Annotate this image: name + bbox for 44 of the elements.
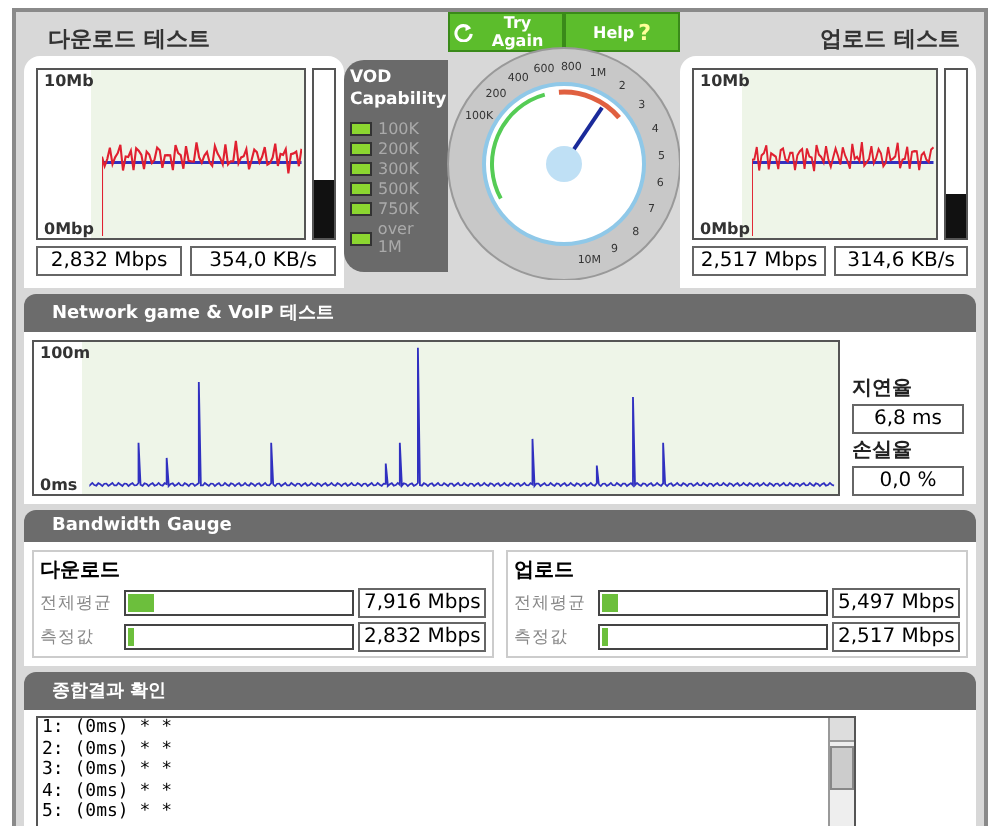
axis-label: 0Mbp [700, 220, 750, 238]
value-field: 2,832 Mbps [36, 246, 182, 276]
section-header: 종합결과 확인 [24, 672, 976, 710]
help-button[interactable]: Help ? [564, 12, 680, 52]
gauge-label: 전체평균 [40, 591, 114, 615]
vod-label: 750K [378, 200, 420, 218]
value-field: 354,0 KB/s [190, 246, 336, 276]
value-field: 2,517 Mbps [692, 246, 826, 276]
value-field: 7,916 Mbps [358, 588, 486, 618]
gauge-label: 측정값 [514, 625, 570, 649]
vod-label: 500K [378, 180, 420, 198]
group-title: 다운로드 [40, 558, 122, 584]
log-line: 2: (0ms) * * [42, 739, 175, 760]
log-line: 3: (0ms) * * [42, 760, 175, 781]
section-header: Bandwidth Gauge [24, 510, 976, 542]
log-line: 5: (0ms) * * [42, 802, 175, 823]
value-field: 5,497 Mbps [832, 588, 960, 618]
axis-label: 100m [40, 344, 91, 362]
value-field: 0,0 % [852, 466, 964, 496]
stat-label: 지연율 [852, 376, 914, 402]
stat-label: 손실율 [852, 438, 914, 464]
value-field: 314,6 KB/s [834, 246, 968, 276]
vod-label: 100K [378, 120, 420, 138]
vod-label: over 1M [377, 220, 416, 256]
section-header: Network game & VoIP 테스트 [24, 294, 976, 332]
help-icon: ? [638, 19, 651, 45]
log-line: 4: (0ms) * * [42, 781, 175, 802]
vod-title: VOD Capability [350, 68, 442, 112]
axis-label: 10Mb [700, 72, 750, 90]
log-line: 1: (0ms) * * [42, 718, 175, 739]
gauge-label: 측정값 [40, 625, 96, 649]
axis-label: 0ms [40, 476, 78, 494]
vod-label: 200K [378, 140, 420, 158]
value-field: 2,517 Mbps [832, 622, 960, 652]
axis-label: 10Mb [44, 72, 94, 90]
group-title: 업로드 [514, 558, 576, 584]
axis-label: 0Mbp [44, 220, 94, 238]
panel-title: 업로드 테스트 [818, 24, 962, 56]
panel-title: 다운로드 테스트 [46, 24, 212, 56]
gauge-label: 전체평균 [514, 591, 588, 615]
vod-label: 300K [378, 160, 420, 178]
try-again-button[interactable]: Try Again [448, 12, 564, 52]
value-field: 6,8 ms [852, 404, 964, 434]
value-field: 2,832 Mbps [358, 622, 486, 652]
